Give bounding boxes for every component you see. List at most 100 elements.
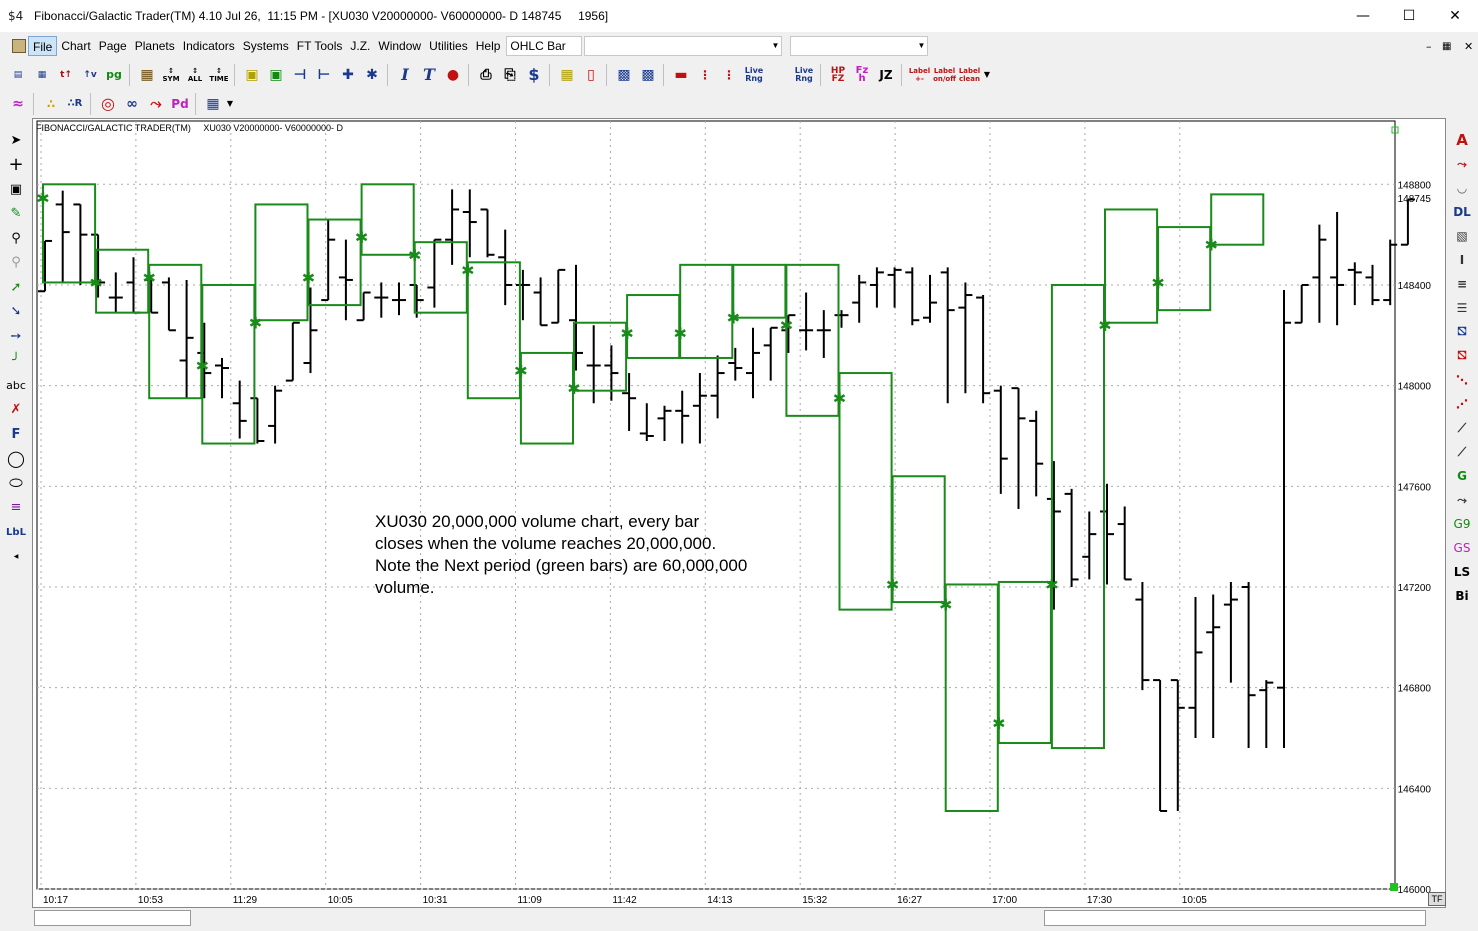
arrows-v-icon[interactable]: ✚ bbox=[336, 64, 360, 86]
crosshair-icon[interactable]: + bbox=[4, 153, 28, 177]
dots-diag2-icon[interactable]: ⋰ bbox=[1450, 392, 1474, 416]
text-icon[interactable]: I bbox=[393, 64, 417, 86]
fan2-icon[interactable]: ⤳ bbox=[1450, 488, 1474, 512]
pencil-icon[interactable]: ✎ bbox=[4, 202, 28, 226]
minimize-child-icon[interactable]: – bbox=[1426, 40, 1432, 53]
slash2-icon[interactable]: ⟋ bbox=[1450, 440, 1474, 464]
menu-planets[interactable]: Planets bbox=[131, 36, 179, 56]
fan-icon[interactable]: ⤳ bbox=[144, 93, 168, 115]
grid-lines-icon[interactable]: ▧ bbox=[1450, 224, 1474, 248]
circle-icon[interactable]: ◯ bbox=[4, 447, 28, 471]
candle-icon[interactable]: ▯ bbox=[579, 64, 603, 86]
bars-icon[interactable]: ▦ bbox=[30, 64, 54, 86]
hp-fz-icon[interactable]: HP FZ bbox=[826, 64, 850, 86]
live-rng-icon[interactable]: Live Rng bbox=[741, 64, 767, 86]
lbl-icon[interactable]: LbL bbox=[4, 520, 28, 544]
chevron-down-icon[interactable]: ▼ bbox=[225, 93, 235, 115]
stack-lines-icon[interactable]: ☰ bbox=[1450, 296, 1474, 320]
x-icon[interactable]: ✗ bbox=[4, 398, 28, 422]
horizontal-scrollbar-right[interactable] bbox=[1044, 910, 1426, 926]
wave-icon[interactable]: ≈ bbox=[6, 93, 30, 115]
doc-menu-icon[interactable] bbox=[12, 39, 26, 53]
line-icon[interactable]: ➚ bbox=[4, 275, 28, 299]
pd-icon[interactable]: Pd bbox=[168, 93, 192, 115]
label-clean-icon[interactable]: Label clean bbox=[957, 64, 982, 86]
horizontal-scrollbar-left[interactable] bbox=[34, 910, 191, 926]
arrows-x-icon[interactable]: ✱ bbox=[360, 64, 384, 86]
jz-icon[interactable]: JZ bbox=[874, 64, 898, 86]
restore-icon[interactable]: ▦ bbox=[1442, 41, 1451, 52]
vbars-red-icon[interactable]: ⛞ bbox=[1450, 344, 1474, 368]
menu-indicators[interactable]: Indicators bbox=[179, 36, 239, 56]
sym-icon[interactable]: ↕ SYM bbox=[159, 64, 183, 86]
arrows-in-icon[interactable]: ⊣ bbox=[288, 64, 312, 86]
label-plusminus-icon[interactable]: Label +- bbox=[907, 64, 932, 86]
ls-icon[interactable]: LS bbox=[1450, 560, 1474, 584]
triangle-left-icon[interactable]: ◀ bbox=[4, 545, 28, 569]
arc-icon[interactable]: ◡ bbox=[1450, 176, 1474, 200]
lines-icon[interactable]: ≡ bbox=[4, 496, 28, 520]
menu-utilities[interactable]: Utilities bbox=[425, 36, 472, 56]
menu-window[interactable]: Window bbox=[374, 36, 425, 56]
signal-icon[interactable]: ● bbox=[441, 64, 465, 86]
layout-icon[interactable]: ▦ bbox=[201, 93, 225, 115]
chart-type-select[interactable]: OHLC Bar bbox=[506, 36, 583, 56]
magnet-icon[interactable]: ▣ bbox=[4, 177, 28, 201]
line3-icon[interactable]: ➙ bbox=[4, 324, 28, 348]
red-bars-icon[interactable]: ▬ bbox=[669, 64, 693, 86]
menu-systems[interactable]: Systems bbox=[239, 36, 293, 56]
gs-icon[interactable]: GS bbox=[1450, 536, 1474, 560]
close-button[interactable]: ✕ bbox=[1432, 0, 1478, 32]
menu-jz[interactable]: J.Z. bbox=[346, 36, 374, 56]
spiral-icon[interactable]: ∞ bbox=[120, 93, 144, 115]
menu-chart[interactable]: Chart bbox=[57, 36, 94, 56]
text-abc-icon[interactable]: abc bbox=[4, 373, 28, 397]
fan-lines-icon[interactable]: ⤳ bbox=[1450, 152, 1474, 176]
print-icon[interactable]: ⎙ bbox=[474, 64, 498, 86]
maximize-button[interactable]: ☐ bbox=[1386, 0, 1432, 32]
chevron-down-icon[interactable]: ▼ bbox=[982, 64, 992, 86]
dollar-icon[interactable]: $ bbox=[522, 64, 546, 86]
slash-icon[interactable]: ⟋ bbox=[1450, 416, 1474, 440]
vbars-icon[interactable]: ⛞ bbox=[1450, 320, 1474, 344]
tick-icon[interactable]: t↑ bbox=[54, 64, 78, 86]
chart-panel[interactable]: 148800 148400 148000 147600 147200 146800 1464… bbox=[32, 118, 1446, 908]
ellipse-icon[interactable]: ⬭ bbox=[4, 471, 28, 495]
retro-icon[interactable]: ∴R bbox=[63, 93, 87, 115]
line2-icon[interactable]: ➘ bbox=[4, 300, 28, 324]
time-icon[interactable]: ↕ TIME bbox=[207, 64, 231, 86]
dots-diag-icon[interactable]: ⋱ bbox=[1450, 368, 1474, 392]
i-tool-icon[interactable]: I bbox=[1450, 248, 1474, 272]
menu-page[interactable]: Page bbox=[95, 36, 131, 56]
minimize-button[interactable]: — bbox=[1340, 0, 1386, 32]
cube2-icon[interactable]: ▣ bbox=[264, 64, 288, 86]
g-box-icon[interactable]: G bbox=[1450, 464, 1474, 488]
copy-icon[interactable]: ⎘ bbox=[498, 64, 522, 86]
fib-f-icon[interactable]: F bbox=[4, 422, 28, 446]
hlines-icon[interactable]: ≡ bbox=[1450, 272, 1474, 296]
dots-planet-icon[interactable]: ∴ bbox=[39, 93, 63, 115]
vol-icon[interactable]: ↑v bbox=[78, 64, 102, 86]
fz-h-icon[interactable]: Fz h bbox=[850, 64, 874, 86]
new-doc-icon[interactable]: ▤ bbox=[6, 64, 30, 86]
tf-badge[interactable]: TF bbox=[1428, 892, 1446, 906]
text2-icon[interactable]: T bbox=[417, 64, 441, 86]
cube-icon[interactable]: ▣ bbox=[240, 64, 264, 86]
cursor-icon[interactable]: ➤ bbox=[4, 128, 28, 152]
menu-file[interactable]: File bbox=[28, 36, 58, 56]
stack-icon[interactable]: ▦ bbox=[555, 64, 579, 86]
letter-a-icon[interactable]: A bbox=[1450, 128, 1474, 152]
zoom-in-icon[interactable]: ⚲ bbox=[4, 226, 28, 250]
combo-select-3[interactable]: ▼ bbox=[790, 36, 929, 56]
zoom-out-icon[interactable]: ⚲ bbox=[4, 251, 28, 275]
all-icon[interactable]: ↕ ALL bbox=[183, 64, 207, 86]
bi-icon[interactable]: Bi bbox=[1450, 584, 1474, 608]
combo-select-2[interactable]: ▼ bbox=[584, 36, 783, 56]
label-onoff-icon[interactable]: Label on/off bbox=[932, 64, 957, 86]
dots-icon[interactable]: ⋮ bbox=[693, 64, 717, 86]
menu-ft-tools[interactable]: FT Tools bbox=[293, 36, 347, 56]
target-icon[interactable]: ◎ bbox=[96, 93, 120, 115]
line4-icon[interactable]: ╯ bbox=[4, 349, 28, 373]
dl-icon[interactable]: DL bbox=[1450, 200, 1474, 224]
g9-icon[interactable]: G9 bbox=[1450, 512, 1474, 536]
